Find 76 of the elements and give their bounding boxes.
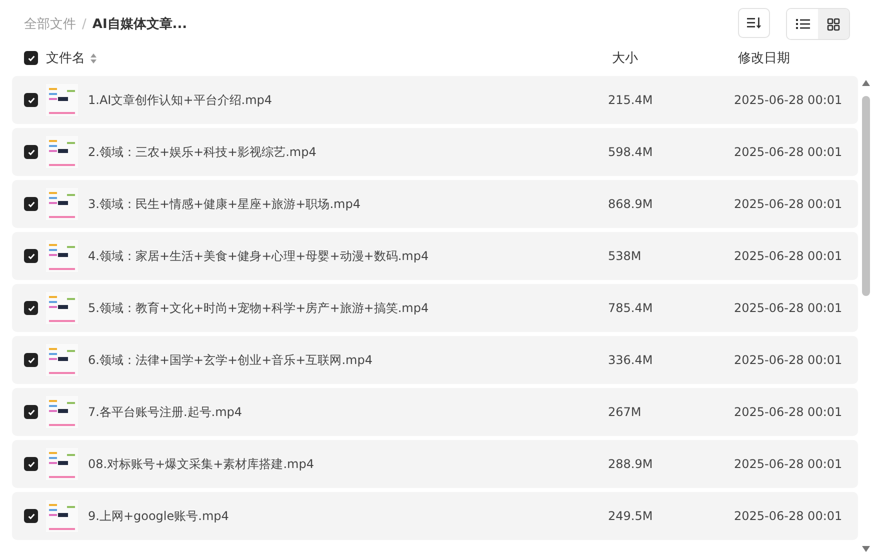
file-size: 336.4M xyxy=(608,353,654,367)
file-name: 5.领域：教育+文化+时尚+宠物+科学+房产+旅游+搞笑.mp4 xyxy=(88,300,430,316)
checkmark-icon xyxy=(26,54,36,62)
modified-date: 2025-06-28 00:01 xyxy=(734,301,844,315)
file-size: 868.9M xyxy=(608,197,654,211)
file-row[interactable]: 7.各平台账号注册.起号.mp4 267M 2025-06-28 00:01 xyxy=(12,388,858,436)
video-thumbnail xyxy=(46,344,78,376)
select-all-checkbox[interactable] xyxy=(24,51,38,65)
row-checkbox[interactable] xyxy=(24,249,38,263)
checkmark-icon xyxy=(26,512,36,520)
file-row[interactable]: 9.上网+google账号.mp4 249.5M 2025-06-28 00:01 xyxy=(12,492,858,540)
file-row[interactable]: 08.对标账号+爆文采集+素材库搭建.mp4 288.9M 2025-06-28 00:01 xyxy=(12,440,858,488)
checkmark-icon xyxy=(26,460,36,468)
checkmark-icon xyxy=(26,148,36,156)
file-row[interactable]: 2.领域：三农+娱乐+科技+影视综艺.mp4 598.4M 2025-06-28 00:01 xyxy=(12,128,858,176)
sort-icon[interactable] xyxy=(90,52,97,64)
checkmark-icon xyxy=(26,252,36,260)
modified-date: 2025-06-28 00:01 xyxy=(734,93,844,107)
file-name: 2.领域：三农+娱乐+科技+影视综艺.mp4 xyxy=(88,144,318,160)
video-thumbnail xyxy=(46,84,78,116)
video-thumbnail xyxy=(46,396,78,428)
column-header[interactable]: 文件名 xyxy=(46,49,85,67)
video-thumbnail xyxy=(46,448,78,480)
file-name: 7.各平台账号注册.起号.mp4 xyxy=(88,404,244,420)
modified-date: 2025-06-28 00:01 xyxy=(734,405,844,419)
checkmark-icon xyxy=(26,200,36,208)
file-name: 9.上网+google账号.mp4 xyxy=(88,508,230,524)
file-size: 215.4M xyxy=(608,93,654,107)
file-size: 785.4M xyxy=(608,301,654,315)
video-thumbnail xyxy=(46,136,78,168)
row-checkbox[interactable] xyxy=(24,509,38,523)
file-row[interactable]: 3.领域：民生+情感+健康+星座+旅游+职场.mp4 868.9M 2025-06-28 00:01 xyxy=(12,180,858,228)
breadcrumb-separator: / xyxy=(82,16,86,32)
row-checkbox[interactable] xyxy=(24,457,38,471)
file-size: 267M xyxy=(608,405,642,419)
file-name: 4.领域：家居+生活+美食+健身+心理+母婴+动漫+数码.mp4 xyxy=(88,248,430,264)
sort-button[interactable] xyxy=(738,8,770,38)
row-checkbox[interactable] xyxy=(24,145,38,159)
checkmark-icon xyxy=(26,304,36,312)
column-header: 大小 xyxy=(612,50,639,67)
column-header: 修改日期 xyxy=(738,50,791,67)
row-checkbox[interactable] xyxy=(24,301,38,315)
modified-date: 2025-06-28 00:01 xyxy=(734,197,844,211)
file-size: 598.4M xyxy=(608,145,654,159)
file-name: 1.AI文章创作认知+平台介绍.mp4 xyxy=(88,92,274,108)
file-size: 288.9M xyxy=(608,457,654,471)
video-thumbnail xyxy=(46,188,78,220)
checkmark-icon xyxy=(26,96,36,104)
row-checkbox[interactable] xyxy=(24,93,38,107)
modified-date: 2025-06-28 00:01 xyxy=(734,353,844,367)
grid-icon xyxy=(827,18,840,30)
checkmark-icon xyxy=(26,356,36,364)
file-size: 249.5M xyxy=(608,509,654,523)
file-size: 538M xyxy=(608,249,642,263)
modified-date: 2025-06-28 00:01 xyxy=(734,249,844,263)
grid-view-button[interactable] xyxy=(818,9,849,39)
modified-date: 2025-06-28 00:01 xyxy=(734,145,844,159)
row-checkbox[interactable] xyxy=(24,405,38,419)
checkmark-icon xyxy=(26,408,36,416)
video-thumbnail xyxy=(46,500,78,532)
modified-date: 2025-06-28 00:01 xyxy=(734,457,844,471)
row-checkbox[interactable] xyxy=(24,197,38,211)
file-row[interactable]: 1.AI文章创作认知+平台介绍.mp4 215.4M 2025-06-28 00:01 xyxy=(12,76,858,124)
breadcrumb-item[interactable]: AI自媒体文章... xyxy=(92,15,188,33)
video-thumbnail xyxy=(46,292,78,324)
modified-date: 2025-06-28 00:01 xyxy=(734,509,844,523)
video-thumbnail xyxy=(46,240,78,272)
file-name: 6.领域：法律+国学+玄学+创业+音乐+互联网.mp4 xyxy=(88,352,374,368)
file-row[interactable]: 5.领域：教育+文化+时尚+宠物+科学+房产+旅游+搞笑.mp4 785.4M 2025-06-28 00:01 xyxy=(12,284,858,332)
row-checkbox[interactable] xyxy=(24,353,38,367)
file-name: 3.领域：民生+情感+健康+星座+旅游+职场.mp4 xyxy=(88,196,362,212)
list-icon xyxy=(796,18,810,30)
file-row[interactable]: 4.领域：家居+生活+美食+健身+心理+母婴+动漫+数码.mp4 538M 2025-06-28 00:01 xyxy=(12,232,858,280)
sort-icon xyxy=(747,17,761,29)
file-row[interactable]: 6.领域：法律+国学+玄学+创业+音乐+互联网.mp4 336.4M 2025-06-28 00:01 xyxy=(12,336,858,384)
file-name: 08.对标账号+爆文采集+素材库搭建.mp4 xyxy=(88,456,315,472)
